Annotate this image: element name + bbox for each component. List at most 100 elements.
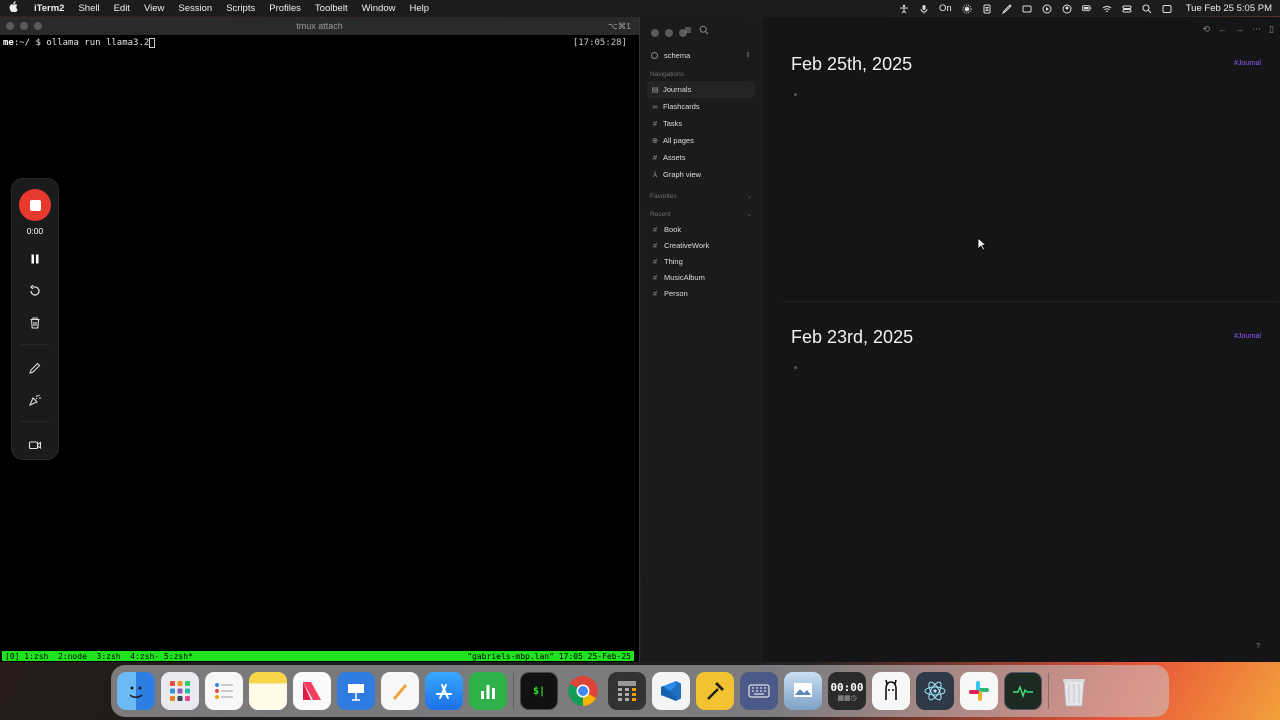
recent-label: Book bbox=[664, 224, 682, 234]
toggle-sidebar-icon[interactable] bbox=[683, 25, 693, 35]
finder-icon[interactable] bbox=[117, 672, 155, 710]
terminal-area[interactable]: me:~/ $ ollama run llama3.2 [17:05:28] bbox=[0, 35, 639, 653]
sync-icon[interactable]: ⟲ bbox=[1203, 24, 1211, 35]
hash-icon: # bbox=[652, 272, 658, 282]
recent-item-thing[interactable]: # Thing bbox=[647, 253, 755, 269]
journal-title[interactable]: Feb 23rd, 2025 bbox=[791, 327, 1261, 348]
iterm-titlebar[interactable]: tmux attach ⌥⌘1 bbox=[0, 17, 639, 35]
recent-item-book[interactable]: # Book bbox=[647, 221, 755, 237]
preview-icon[interactable] bbox=[784, 672, 822, 710]
keynote-icon[interactable] bbox=[337, 672, 375, 710]
menu-profiles[interactable]: Profiles bbox=[269, 3, 301, 14]
camera-button[interactable] bbox=[26, 436, 44, 454]
effects-button[interactable] bbox=[26, 391, 44, 409]
empty-block-bullet[interactable] bbox=[794, 93, 797, 96]
terminal-cursor bbox=[149, 38, 156, 48]
nav-all-pages[interactable]: ⊕ All pages bbox=[647, 132, 755, 149]
more-menu-icon[interactable]: ⋯ bbox=[1252, 24, 1261, 35]
wifi-icon[interactable] bbox=[1102, 4, 1112, 13]
chrome-icon[interactable] bbox=[564, 672, 602, 710]
forward-arrow-icon[interactable]: → bbox=[1235, 24, 1244, 35]
ollama-icon[interactable] bbox=[872, 672, 910, 710]
help-button[interactable]: ? bbox=[1256, 643, 1260, 650]
journal-entry: Feb 23rd, 2025 #Journal bbox=[791, 327, 1261, 369]
journal-tag[interactable]: #Journal bbox=[1234, 333, 1261, 340]
recent-item-creativework[interactable]: # CreativeWork bbox=[647, 237, 755, 253]
menu-toolbelt[interactable]: Toolbelt bbox=[315, 3, 348, 14]
slack-icon[interactable] bbox=[960, 672, 998, 710]
notes-status-icon[interactable] bbox=[982, 4, 992, 13]
notes-icon[interactable] bbox=[249, 672, 287, 710]
graph-selector[interactable]: schema ⇕ bbox=[641, 47, 761, 63]
pen-status-icon[interactable] bbox=[1001, 3, 1012, 14]
iterm-icon[interactable]: $| bbox=[520, 672, 558, 710]
menu-edit[interactable]: Edit bbox=[114, 3, 130, 14]
nav-tasks[interactable]: # Tasks bbox=[647, 115, 755, 132]
brightness-icon[interactable] bbox=[962, 4, 972, 13]
nav-journals[interactable]: ▤ Journals bbox=[647, 81, 755, 98]
recorder-divider bbox=[21, 344, 49, 345]
menu-help[interactable]: Help bbox=[409, 3, 429, 14]
user-status-icon[interactable] bbox=[1062, 4, 1072, 13]
accessibility-icon[interactable] bbox=[899, 4, 909, 13]
menu-scripts[interactable]: Scripts bbox=[226, 3, 255, 14]
display-status-icon[interactable] bbox=[1022, 4, 1032, 13]
apple-menu-icon[interactable] bbox=[8, 1, 20, 15]
hash-icon: # bbox=[652, 240, 658, 250]
pages-icon[interactable] bbox=[381, 672, 419, 710]
zoom-window-button[interactable] bbox=[34, 22, 42, 30]
stop-recording-button[interactable] bbox=[19, 189, 51, 221]
recent-item-person[interactable]: # Person bbox=[647, 285, 755, 301]
menu-window[interactable]: Window bbox=[362, 3, 396, 14]
journal-title[interactable]: Feb 25th, 2025 bbox=[791, 54, 1261, 75]
hammer-icon[interactable] bbox=[696, 672, 734, 710]
vscode-icon[interactable] bbox=[652, 672, 690, 710]
restart-icon bbox=[30, 284, 40, 296]
back-arrow-icon[interactable]: ← bbox=[1218, 24, 1227, 35]
nav-flashcards[interactable]: ∞ Flashcards bbox=[647, 98, 755, 115]
menu-shell[interactable]: Shell bbox=[78, 3, 99, 14]
dock: $| 00:00 ▦▦◷ bbox=[111, 665, 1169, 717]
recent-header[interactable]: Recent ⌄ bbox=[641, 207, 761, 221]
calculator-icon[interactable] bbox=[608, 672, 646, 710]
activity-monitor-icon[interactable] bbox=[1004, 672, 1042, 710]
spotlight-search-icon[interactable] bbox=[1142, 4, 1152, 13]
play-status-icon[interactable] bbox=[1042, 4, 1052, 13]
minimize-window-button[interactable] bbox=[665, 29, 673, 37]
nav-label: Journals bbox=[663, 85, 692, 94]
nav-graph-view[interactable]: ⅄ Graph view bbox=[647, 166, 755, 183]
news-icon[interactable] bbox=[293, 672, 331, 710]
favorites-header[interactable]: Favorites ⌄ bbox=[641, 189, 761, 203]
empty-block-bullet[interactable] bbox=[794, 366, 797, 369]
launchpad-icon[interactable] bbox=[161, 672, 199, 710]
app-name-menu[interactable]: iTerm2 bbox=[34, 3, 64, 14]
close-window-button[interactable] bbox=[6, 22, 14, 30]
tmux-window-list[interactable]: [0] 1:zsh 2:node 3:zsh 4:zsh- 5:zsh* bbox=[5, 652, 193, 661]
menubar-clock[interactable]: Tue Feb 25 5:05 PM bbox=[1186, 3, 1272, 14]
stopwatch-icon[interactable]: 00:00 ▦▦◷ bbox=[828, 672, 866, 710]
search-icon[interactable] bbox=[699, 25, 709, 35]
keyboard-icon[interactable] bbox=[740, 672, 778, 710]
close-window-button[interactable] bbox=[651, 29, 659, 37]
control-center-icon[interactable] bbox=[1122, 4, 1132, 13]
recent-item-musicalbum[interactable]: # MusicAlbum bbox=[647, 269, 755, 285]
numbers-icon[interactable] bbox=[469, 672, 507, 710]
minimize-window-button[interactable] bbox=[20, 22, 28, 30]
reminders-icon[interactable] bbox=[205, 672, 243, 710]
restart-button[interactable] bbox=[26, 282, 44, 300]
menu-view[interactable]: View bbox=[144, 3, 164, 14]
app-store-icon[interactable] bbox=[425, 672, 463, 710]
siri-icon[interactable] bbox=[1162, 4, 1172, 13]
right-sidebar-icon[interactable]: ▯ bbox=[1269, 24, 1274, 35]
nav-assets[interactable]: # Assets bbox=[647, 149, 755, 166]
electron-icon[interactable] bbox=[916, 672, 954, 710]
menu-session[interactable]: Session bbox=[178, 3, 212, 14]
iterm-window-title: tmux attach bbox=[296, 21, 343, 31]
battery-icon[interactable] bbox=[1081, 4, 1092, 13]
trash-icon[interactable] bbox=[1055, 672, 1093, 710]
draw-button[interactable] bbox=[26, 359, 44, 377]
microphone-icon[interactable] bbox=[919, 4, 929, 13]
delete-button[interactable] bbox=[26, 314, 44, 332]
journal-tag[interactable]: #Journal bbox=[1234, 60, 1261, 67]
pause-button[interactable] bbox=[26, 250, 44, 268]
